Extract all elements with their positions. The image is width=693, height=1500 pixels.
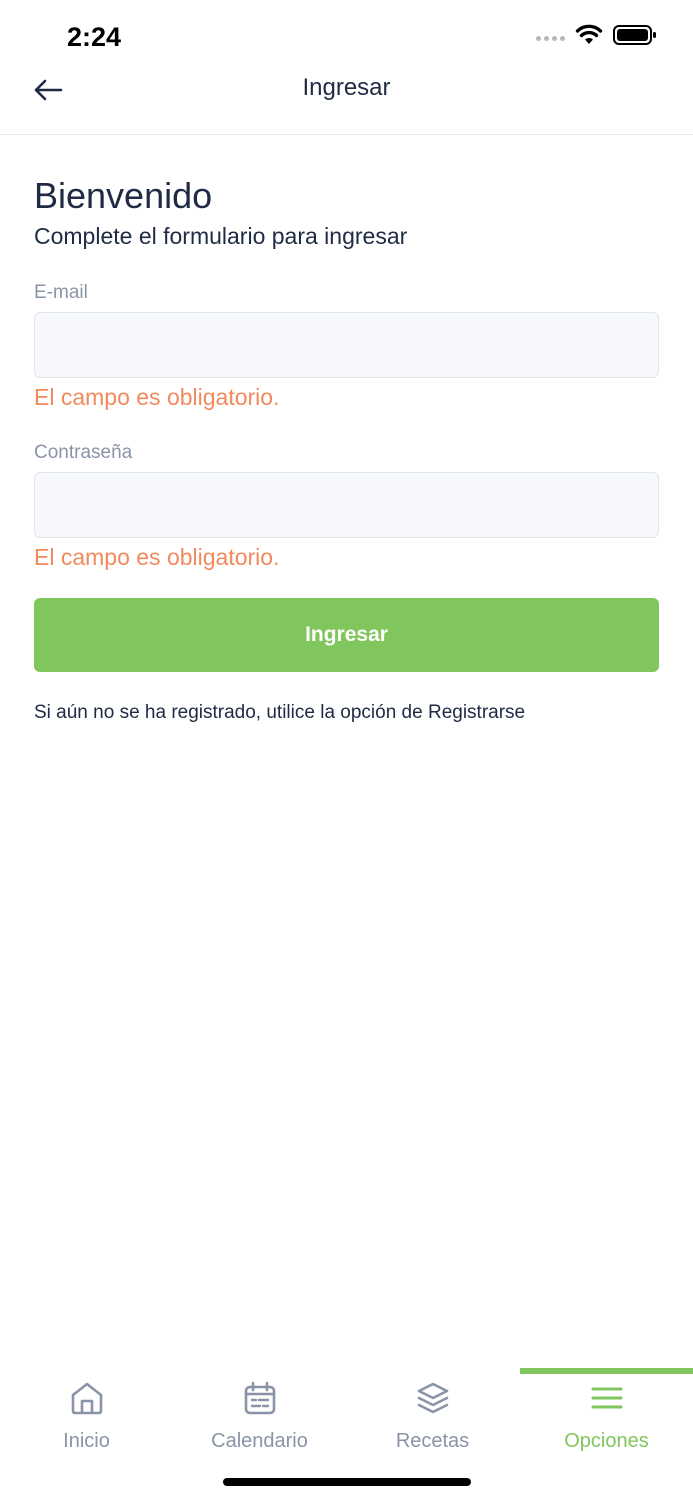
navigation-bar: Ingresar [0, 70, 693, 135]
welcome-subtitle: Complete el formulario para ingresar [34, 223, 408, 249]
tab-label: Calendario [211, 1430, 308, 1452]
cellular-signal-icon [536, 35, 565, 41]
welcome-heading: Bienvenido [34, 175, 213, 216]
status-time: 2:24 [67, 22, 122, 52]
email-field[interactable] [34, 312, 659, 378]
home-indicator[interactable] [223, 1478, 471, 1486]
tab-label: Inicio [63, 1430, 110, 1452]
register-hint: Si aún no se ha registrado, utilice la o… [34, 702, 526, 723]
tab-opciones[interactable]: Opciones [520, 1368, 693, 1468]
layers-icon [417, 1382, 448, 1414]
status-icons [536, 24, 657, 46]
tab-recetas[interactable]: Recetas [346, 1368, 519, 1468]
status-bar: 2:24 [0, 0, 693, 70]
page-title: Ingresar [302, 74, 391, 101]
home-icon [71, 1382, 102, 1415]
password-field[interactable] [34, 472, 659, 538]
calendar-icon [244, 1381, 275, 1415]
battery-icon [613, 25, 656, 45]
tab-label: Opciones [564, 1430, 649, 1452]
email-error: El campo es obligatorio. [34, 384, 280, 410]
email-label: E-mail [34, 282, 88, 303]
tab-label: Recetas [395, 1430, 470, 1452]
menu-icon [591, 1387, 622, 1409]
password-label: Contraseña [34, 442, 133, 463]
tab-inicio[interactable]: Inicio [0, 1368, 173, 1468]
wifi-icon [575, 24, 603, 44]
tab-calendario[interactable]: Calendario [173, 1368, 346, 1468]
login-button[interactable]: Ingresar [34, 598, 659, 672]
password-error: El campo es obligatorio. [34, 544, 280, 570]
